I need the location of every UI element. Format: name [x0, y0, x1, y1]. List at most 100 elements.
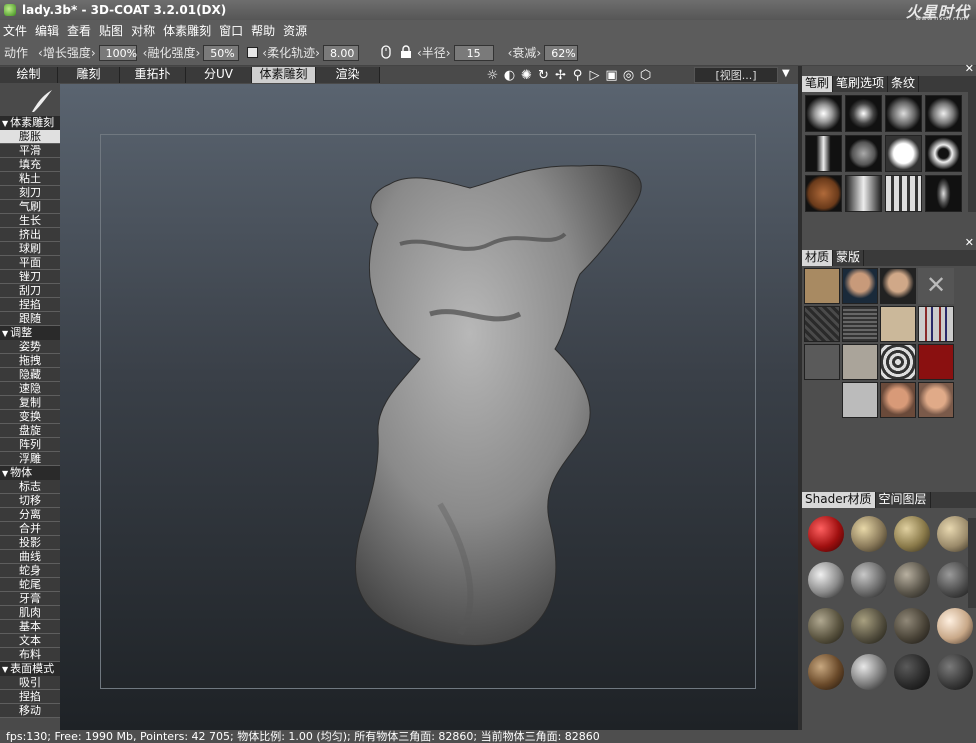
- tool-item[interactable]: 拖拽: [0, 354, 60, 368]
- material-thumb[interactable]: [804, 268, 840, 304]
- view-dropdown[interactable]: [视图...]: [694, 67, 778, 83]
- tool-item[interactable]: 蛇身: [0, 564, 60, 578]
- contrast-icon[interactable]: ◐: [501, 68, 518, 83]
- chevron-down-icon[interactable]: ▼: [782, 68, 790, 79]
- tool-item[interactable]: 吸引: [0, 676, 60, 690]
- shader-sphere[interactable]: [894, 562, 930, 598]
- tool-item[interactable]: 平面: [0, 256, 60, 270]
- close-icon[interactable]: ✕: [965, 62, 974, 75]
- tool-item[interactable]: 曲线: [0, 550, 60, 564]
- brush-alpha[interactable]: [805, 135, 842, 172]
- frame-icon[interactable]: ▣: [603, 68, 620, 83]
- shader-sphere[interactable]: [851, 562, 887, 598]
- tool-item[interactable]: 气刷: [0, 200, 60, 214]
- tool-item[interactable]: 肌肉: [0, 606, 60, 620]
- tab-sculpt[interactable]: 雕刻: [58, 67, 120, 83]
- menu-file[interactable]: 文件: [0, 22, 32, 39]
- material-thumb[interactable]: [804, 306, 840, 342]
- sun-icon[interactable]: ✺: [518, 68, 535, 83]
- tab-material[interactable]: 材质: [802, 250, 834, 266]
- brush-alpha[interactable]: [925, 175, 962, 212]
- section-header[interactable]: ▼ 表面模式: [0, 662, 60, 676]
- brush-alpha[interactable]: [805, 95, 842, 132]
- triangle-down-icon[interactable]: ▼: [2, 469, 8, 478]
- tool-item[interactable]: 生长: [0, 214, 60, 228]
- brush-alpha[interactable]: [845, 95, 882, 132]
- material-thumb[interactable]: [880, 306, 916, 342]
- triangle-down-icon[interactable]: ▼: [2, 119, 8, 128]
- tool-item[interactable]: 膨胀: [0, 130, 60, 144]
- tab-strips[interactable]: 条纹: [888, 76, 920, 92]
- material-thumb[interactable]: [880, 382, 916, 418]
- shader-sphere[interactable]: [937, 608, 973, 644]
- tool-item[interactable]: 变换: [0, 410, 60, 424]
- tool-item[interactable]: 分离: [0, 508, 60, 522]
- move-icon[interactable]: ✢: [552, 68, 569, 83]
- shader-sphere[interactable]: [851, 608, 887, 644]
- smooth-path-value-field[interactable]: 8.00: [322, 44, 359, 61]
- tab-render[interactable]: 渲染: [316, 67, 380, 83]
- rotate-icon[interactable]: ↻: [535, 68, 552, 83]
- tool-item[interactable]: 捏掐: [0, 690, 60, 704]
- triangle-down-icon[interactable]: ▼: [2, 665, 8, 674]
- tool-item[interactable]: 合并: [0, 522, 60, 536]
- tab-mask[interactable]: 蒙版: [833, 250, 865, 266]
- shader-sphere[interactable]: [937, 654, 973, 690]
- shader-sphere[interactable]: [851, 516, 887, 552]
- tab-brush-options[interactable]: 笔刷选项: [833, 76, 889, 92]
- tool-item[interactable]: 刻刀: [0, 186, 60, 200]
- shader-sphere[interactable]: [808, 516, 844, 552]
- material-thumb[interactable]: [880, 344, 916, 380]
- tool-item[interactable]: 标志: [0, 480, 60, 494]
- shader-sphere[interactable]: [808, 562, 844, 598]
- tool-item[interactable]: 投影: [0, 536, 60, 550]
- menu-texture[interactable]: 贴图: [96, 22, 128, 39]
- tool-item[interactable]: 复制: [0, 396, 60, 410]
- section-header[interactable]: ▼ 调整: [0, 326, 60, 340]
- brush-alpha[interactable]: [925, 95, 962, 132]
- pen-pressure-icon[interactable]: [379, 44, 393, 61]
- tool-item[interactable]: 文本: [0, 634, 60, 648]
- menu-symmetry[interactable]: 对称: [128, 22, 160, 39]
- tool-item[interactable]: 隐藏: [0, 368, 60, 382]
- shader-scrollbar[interactable]: [968, 518, 976, 608]
- tool-item[interactable]: 粘土: [0, 172, 60, 186]
- tool-item[interactable]: 平滑: [0, 144, 60, 158]
- tool-item[interactable]: 锉刀: [0, 270, 60, 284]
- tab-voxel-sculpt[interactable]: 体素雕刻: [252, 67, 316, 83]
- section-header[interactable]: ▼ 体素雕刻: [0, 116, 60, 130]
- shader-sphere[interactable]: [808, 608, 844, 644]
- smooth-path-checkbox[interactable]: [247, 47, 259, 58]
- brush-alpha[interactable]: [885, 175, 922, 212]
- tool-item[interactable]: 填充: [0, 158, 60, 172]
- material-thumb[interactable]: [842, 344, 878, 380]
- tool-item[interactable]: 切移: [0, 494, 60, 508]
- tab-retopo[interactable]: 重拓扑: [120, 67, 186, 83]
- brush-alpha[interactable]: [885, 95, 922, 132]
- section-header[interactable]: ▼ 物体: [0, 466, 60, 480]
- tab-paint[interactable]: 绘制: [0, 67, 58, 83]
- tab-space-layers[interactable]: 空间图层: [876, 492, 931, 508]
- close-icon[interactable]: ✕: [918, 268, 954, 304]
- tool-item[interactable]: 蛇尾: [0, 578, 60, 592]
- tool-item[interactable]: 移动: [0, 704, 60, 718]
- menu-window[interactable]: 窗口: [216, 22, 248, 39]
- menu-view[interactable]: 查看: [64, 22, 96, 39]
- tool-item[interactable]: 挤出: [0, 228, 60, 242]
- material-thumb[interactable]: [842, 306, 878, 342]
- tool-item[interactable]: 刮刀: [0, 284, 60, 298]
- shader-sphere[interactable]: [808, 654, 844, 690]
- menu-help[interactable]: 帮助: [248, 22, 280, 39]
- tab-uv[interactable]: 分UV: [186, 67, 252, 83]
- tool-item[interactable]: 球刷: [0, 242, 60, 256]
- material-thumb[interactable]: [918, 382, 954, 418]
- material-thumb[interactable]: [880, 268, 916, 304]
- tool-item[interactable]: 姿势: [0, 340, 60, 354]
- tool-item[interactable]: 盘旋: [0, 424, 60, 438]
- perspective-icon[interactable]: ▷: [586, 68, 603, 83]
- shader-sphere[interactable]: [851, 654, 887, 690]
- menu-edit[interactable]: 编辑: [32, 22, 64, 39]
- material-thumb[interactable]: [804, 344, 840, 380]
- brush-alpha[interactable]: [805, 175, 842, 212]
- target-icon[interactable]: ◎: [620, 68, 637, 83]
